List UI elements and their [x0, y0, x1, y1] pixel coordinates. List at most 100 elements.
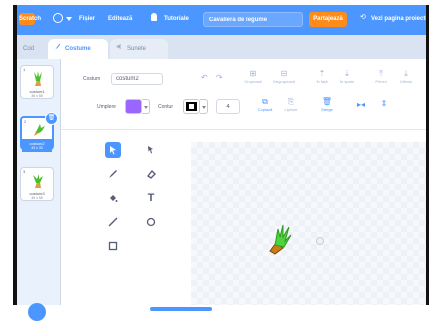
group-label: Grupează: [244, 79, 262, 84]
flip-vertical-button[interactable]: ⇕: [379, 99, 389, 109]
see-project-page-link[interactable]: Vezi pagina proiectului: [371, 14, 426, 24]
share-button[interactable]: Partajează: [309, 12, 347, 27]
tab-code[interactable]: Cod: [17, 39, 47, 59]
paste-button[interactable]: ⎘ Lipește: [283, 97, 299, 112]
costume-number: 3: [23, 169, 26, 174]
costume-name-input[interactable]: [111, 73, 163, 85]
lightbulb-icon: [151, 13, 157, 21]
redo-button[interactable]: ↷: [216, 73, 223, 83]
paint-bucket-icon: [110, 195, 118, 202]
ungroup-button[interactable]: ⊟ Degrupează: [269, 69, 299, 84]
circle-icon: [146, 217, 156, 227]
rotation-center-icon[interactable]: [316, 237, 324, 245]
paint-editor: Costum ↶ ↷ ⊞ Grupează ⊟ Degrupează ⇡ În …: [61, 59, 426, 305]
paste-label: Lipește: [284, 107, 298, 112]
back-label: Ultimul: [399, 79, 413, 84]
copy-button[interactable]: ⧉ Copiază: [257, 97, 273, 112]
back-button[interactable]: ⤓ Ultimul: [395, 69, 417, 84]
scratch-logo[interactable]: Scratch: [19, 13, 41, 25]
flip-vertical-icon: ⇕: [380, 99, 388, 108]
globe-icon[interactable]: [53, 13, 63, 23]
edit-menu[interactable]: Editează: [108, 14, 132, 24]
carrot-sprite[interactable]: [267, 221, 295, 255]
circle-tool[interactable]: [143, 214, 159, 230]
delete-costume-icon[interactable]: 🗑: [45, 112, 58, 125]
chevron-down-icon[interactable]: [66, 17, 72, 21]
flip-horizontal-icon: ▸◂: [356, 100, 366, 109]
ungroup-label: Degrupează: [273, 79, 295, 84]
trash-icon: 🗑: [321, 97, 333, 106]
costume-label: Costum: [83, 76, 101, 82]
rectangle-icon: [108, 241, 118, 251]
chevron-down-icon: [144, 106, 148, 109]
fill-label: Umplere: [97, 104, 116, 110]
add-costume-button[interactable]: [28, 303, 46, 321]
fill-tool[interactable]: [105, 190, 121, 206]
rectangle-tool[interactable]: [105, 238, 121, 254]
outline-label: Contur: [158, 104, 174, 110]
file-menu[interactable]: Fișier: [79, 14, 95, 24]
tab-sounds[interactable]: Sunete: [110, 39, 168, 59]
costume-list: 1 costum1 36 x 55 2 costum2 33 x 33 🗑 3: [17, 59, 61, 305]
costume-size: 36 x 55: [31, 196, 43, 200]
tutorials-menu[interactable]: Tutoriale: [164, 14, 189, 24]
fill-dropdown[interactable]: [142, 99, 150, 114]
send-to-back-icon: ⤓: [404, 69, 408, 78]
speaker-icon: [116, 39, 123, 59]
forward-label: În față: [316, 79, 328, 84]
costume-number: 2: [24, 119, 27, 124]
costume-thumbnail: [33, 174, 43, 188]
outline-dropdown[interactable]: [200, 99, 208, 114]
tab-costumes[interactable]: Costume: [48, 39, 108, 59]
see-project-page-icon[interactable]: ⟲: [360, 13, 366, 23]
backward-label: În spate: [339, 79, 355, 84]
scrollbar-thumb[interactable]: [150, 307, 212, 311]
costume-size: 36 x 55: [31, 94, 43, 98]
eraser-icon: [146, 169, 156, 179]
brush-icon: [54, 39, 61, 59]
reshape-tool[interactable]: [143, 142, 159, 158]
chevron-down-icon: [202, 106, 206, 109]
costume-number: 1: [23, 67, 26, 72]
forward-button[interactable]: ⇡ În față: [312, 69, 332, 84]
costume-size: 33 x 33: [31, 146, 43, 150]
tab-costumes-label: Costume: [65, 46, 91, 52]
scratch-editor-window: Scratch Fișier Editează Tutoriale Partaj…: [17, 5, 426, 305]
select-tool[interactable]: [105, 142, 121, 158]
bring-to-front-icon: ⤒: [379, 69, 383, 78]
copy-label: Copiază: [257, 107, 273, 112]
tab-code-label: Cod: [23, 46, 35, 52]
reshape-icon: [148, 146, 153, 154]
brush-tool[interactable]: [105, 166, 121, 182]
cursor-icon: [110, 146, 116, 155]
drawing-canvas[interactable]: [191, 142, 426, 305]
tab-sounds-label: Sunete: [127, 46, 147, 52]
front-label: Primul: [375, 79, 387, 84]
costume-tile-3[interactable]: 3 costum3 36 x 55: [20, 167, 54, 201]
arrow-down-icon: ⇣: [343, 69, 351, 78]
copy-icon: ⧉: [262, 97, 268, 106]
undo-button[interactable]: ↶: [201, 73, 208, 83]
front-button[interactable]: ⤒ Primul: [371, 69, 391, 84]
flip-horizontal-button[interactable]: ▸◂: [355, 100, 367, 110]
editor-tabs: Cod Costume Sunete: [17, 35, 426, 59]
ungroup-icon: ⊟: [280, 69, 288, 78]
fill-color-swatch[interactable]: [125, 99, 142, 114]
project-title-input[interactable]: [203, 12, 303, 27]
line-tool[interactable]: [105, 214, 121, 230]
costume-thumbnail: [34, 71, 42, 86]
costume-tile-1[interactable]: 1 costum1 36 x 55: [20, 65, 54, 99]
eraser-tool[interactable]: [143, 166, 159, 182]
brush-icon: [109, 170, 117, 178]
menu-bar: Scratch Fișier Editează Tutoriale Partaj…: [17, 5, 426, 35]
text-tool[interactable]: T: [143, 190, 159, 206]
line-icon: [108, 217, 118, 227]
arrow-up-icon: ⇡: [318, 69, 326, 78]
costume-tile-2[interactable]: 2 costum2 33 x 33 🗑: [20, 112, 58, 152]
group-icon: ⊞: [249, 69, 257, 78]
outline-size-input[interactable]: [216, 99, 240, 114]
group-button[interactable]: ⊞ Grupează: [239, 69, 267, 84]
text-tool-icon: T: [147, 192, 155, 204]
backward-button[interactable]: ⇣ În spate: [336, 69, 358, 84]
delete-button[interactable]: 🗑 Șterge: [319, 97, 335, 112]
